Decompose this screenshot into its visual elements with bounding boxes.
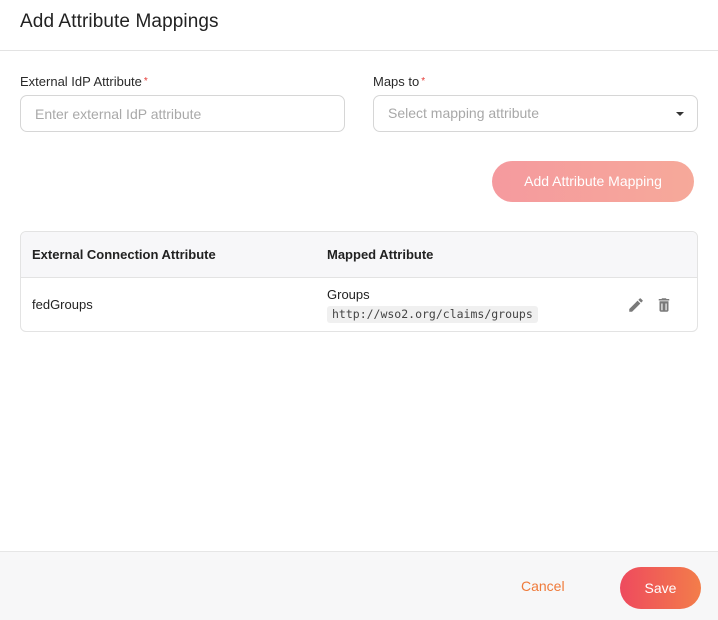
- external-attribute-cell: fedGroups: [32, 297, 93, 312]
- pencil-icon[interactable]: [627, 296, 645, 314]
- mapping-form: External IdP Attribute* Maps to* Select …: [20, 73, 698, 133]
- mapped-attribute-uri: http://wso2.org/claims/groups: [327, 306, 538, 323]
- maps-to-label: Maps to *: [373, 74, 426, 89]
- trash-icon[interactable]: [655, 296, 673, 314]
- table-row: fedGroups Groups http://wso2.org/claims/…: [21, 278, 697, 331]
- external-attribute-field: External IdP Attribute *: [20, 73, 345, 132]
- column-header-external: External Connection Attribute: [32, 247, 216, 262]
- cancel-button[interactable]: Cancel: [521, 578, 565, 594]
- external-attribute-label: External IdP Attribute *: [20, 74, 148, 89]
- external-attribute-input[interactable]: [20, 95, 345, 132]
- maps-to-field: Maps to * Select mapping attribute: [373, 73, 698, 132]
- mapped-attribute-cell: Groups http://wso2.org/claims/groups: [327, 287, 538, 323]
- maps-to-select[interactable]: Select mapping attribute: [373, 95, 698, 132]
- maps-to-placeholder: Select mapping attribute: [388, 105, 539, 121]
- modal-footer: Cancel Save: [0, 551, 718, 620]
- required-marker: *: [143, 76, 148, 87]
- modal-title: Add Attribute Mappings: [20, 11, 219, 32]
- chevron-down-icon: [676, 112, 684, 116]
- mapped-attribute-name: Groups: [327, 287, 370, 302]
- modal-header: Add Attribute Mappings: [0, 0, 718, 51]
- required-marker: *: [421, 76, 426, 87]
- add-attribute-mappings-modal: Add Attribute Mappings External IdP Attr…: [0, 0, 718, 620]
- column-header-mapped: Mapped Attribute: [327, 247, 434, 262]
- add-attribute-mapping-button[interactable]: Add Attribute Mapping: [492, 161, 694, 202]
- attribute-mappings-table: External Connection Attribute Mapped Att…: [20, 231, 698, 332]
- save-button[interactable]: Save: [620, 567, 701, 609]
- table-header: External Connection Attribute Mapped Att…: [21, 232, 697, 278]
